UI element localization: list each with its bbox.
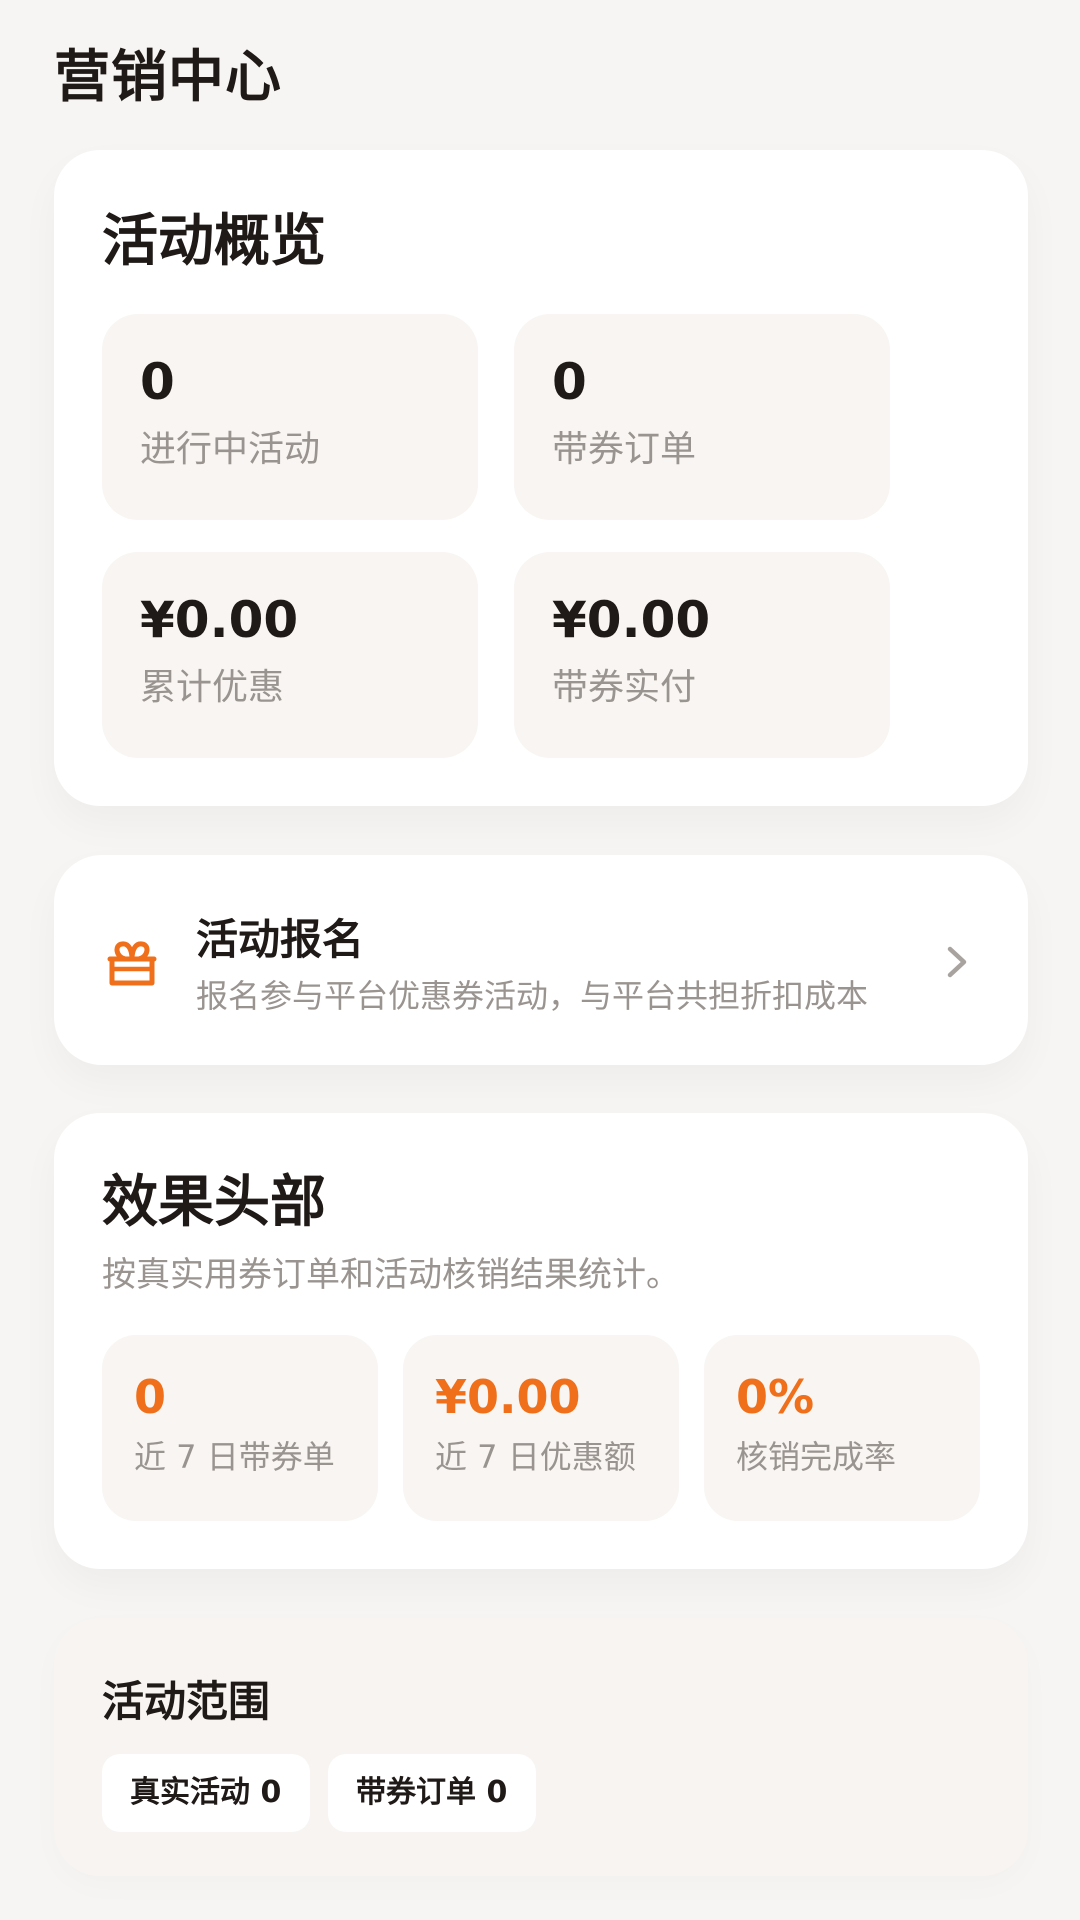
- coupon-paid-label: 带券实付: [552, 667, 697, 708]
- activity-scope-title: 活动范围: [102, 1677, 271, 1726]
- effect-summary-card: 效果头部 按真实用券订单和活动核销结果统计。 0 近 7 日带券单 ¥0.00 …: [54, 1113, 1028, 1569]
- seven-day-coupon-orders-value: 0: [134, 1370, 167, 1424]
- ongoing-activities-stat: 0 进行中活动: [102, 314, 478, 520]
- accumulated-discount-stat: ¥0.00 累计优惠: [102, 552, 478, 758]
- effect-summary-subtitle: 按真实用券订单和活动核销结果统计。: [102, 1255, 680, 1295]
- accumulated-discount-label: 累计优惠: [140, 667, 285, 708]
- verification-rate-label: 核销完成率: [736, 1438, 897, 1476]
- activity-overview-title: 活动概览: [102, 209, 326, 274]
- verification-rate-metric: 0% 核销完成率: [704, 1335, 980, 1521]
- coupon-orders-stat: 0 带券订单: [514, 314, 890, 520]
- coupon-paid-stat: ¥0.00 带券实付: [514, 552, 890, 758]
- real-activities-chip[interactable]: 真实活动 0: [102, 1754, 310, 1832]
- ongoing-activities-value: 0: [140, 353, 175, 411]
- activity-signup-description: 报名参与平台优惠券活动，与平台共担折扣成本: [196, 977, 869, 1015]
- gift-icon: [107, 941, 157, 986]
- seven-day-coupon-orders-label: 近 7 日带券单: [134, 1438, 335, 1476]
- activity-signup-row[interactable]: 活动报名 报名参与平台优惠券活动，与平台共担折扣成本: [54, 855, 1028, 1065]
- effect-summary-title: 效果头部: [102, 1170, 326, 1235]
- activity-scope-card: 活动范围 真实活动 0 带券订单 0: [54, 1618, 1028, 1876]
- verification-rate-value: 0%: [736, 1370, 815, 1424]
- seven-day-discount-metric: ¥0.00 近 7 日优惠额: [403, 1335, 679, 1521]
- seven-day-discount-label: 近 7 日优惠额: [435, 1438, 636, 1476]
- coupon-orders-value: 0: [552, 353, 587, 411]
- activity-signup-title: 活动报名: [196, 915, 365, 964]
- chevron-right-icon: [947, 946, 967, 978]
- coupon-paid-value: ¥0.00: [552, 591, 711, 649]
- coupon-orders-label: 带券订单: [552, 429, 697, 470]
- accumulated-discount-value: ¥0.00: [140, 591, 299, 649]
- seven-day-discount-value: ¥0.00: [435, 1370, 581, 1424]
- coupon-orders-chip[interactable]: 带券订单 0: [328, 1754, 536, 1832]
- activity-overview-card: 活动概览 0 进行中活动 0 带券订单 ¥0.00 累计优惠 ¥0.00 带券实…: [54, 150, 1028, 806]
- seven-day-coupon-orders-metric: 0 近 7 日带券单: [102, 1335, 378, 1521]
- page-title: 营销中心: [54, 45, 282, 110]
- ongoing-activities-label: 进行中活动: [140, 429, 321, 470]
